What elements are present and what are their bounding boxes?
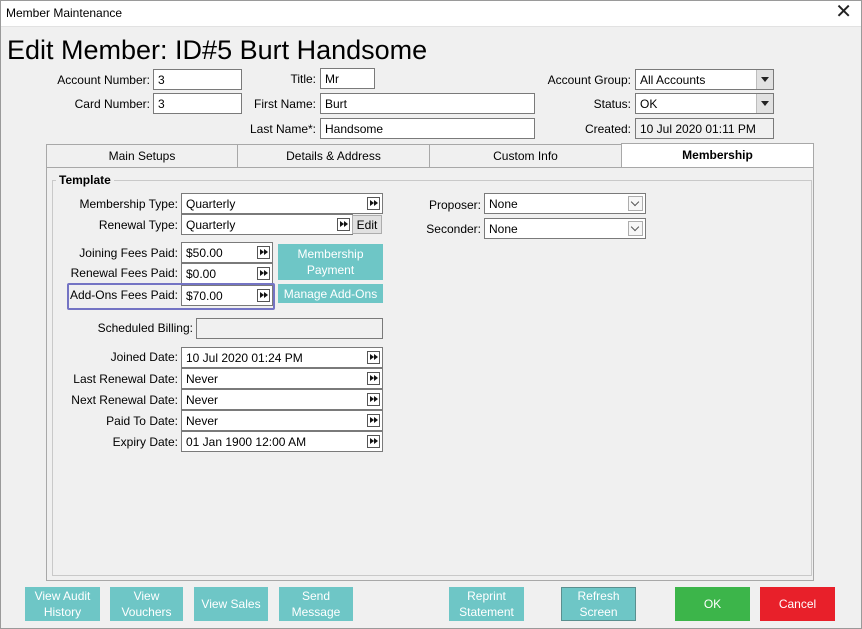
view-audit-history-button[interactable]: View Audit History bbox=[25, 587, 100, 621]
membership-type-field[interactable]: Quarterly bbox=[181, 193, 383, 214]
title-label: Title: bbox=[290, 72, 316, 86]
chevron-down-icon bbox=[628, 196, 643, 211]
status-label: Status: bbox=[593, 97, 631, 111]
scheduled-billing-field bbox=[196, 318, 383, 339]
dropdown-arrow-icon bbox=[756, 94, 773, 113]
seconder-value: None bbox=[489, 222, 518, 236]
joining-fees-label: Joining Fees Paid: bbox=[79, 246, 178, 260]
fast-forward-icon[interactable] bbox=[367, 393, 380, 406]
close-icon[interactable]: ✕ bbox=[835, 2, 852, 22]
seconder-select[interactable]: None bbox=[484, 218, 646, 239]
last-renewal-date-label: Last Renewal Date: bbox=[73, 372, 178, 386]
page-title: Edit Member: ID#5 Burt Handsome bbox=[7, 35, 428, 65]
status-select[interactable]: OK bbox=[635, 93, 774, 114]
seconder-label: Seconder: bbox=[426, 222, 481, 236]
account-number-label: Account Number: bbox=[57, 73, 150, 87]
view-sales-button[interactable]: View Sales bbox=[194, 587, 268, 621]
window-titlebar: Member Maintenance ✕ bbox=[0, 0, 862, 27]
card-number-label: Card Number: bbox=[74, 97, 150, 111]
fast-forward-icon[interactable] bbox=[367, 351, 380, 364]
membership-payment-button[interactable]: Membership Payment bbox=[278, 244, 383, 280]
joined-date-label: Joined Date: bbox=[110, 350, 178, 364]
last-renewal-date-field[interactable]: Never bbox=[181, 368, 383, 389]
refresh-screen-button[interactable]: Refresh Screen bbox=[561, 587, 636, 621]
next-renewal-date-label: Next Renewal Date: bbox=[71, 393, 178, 407]
renewal-type-value: Quarterly bbox=[186, 218, 236, 232]
fast-forward-icon[interactable] bbox=[257, 267, 270, 280]
fast-forward-icon[interactable] bbox=[367, 197, 380, 210]
paid-to-date-value: Never bbox=[186, 414, 219, 428]
proposer-label: Proposer: bbox=[428, 198, 481, 212]
reprint-statement-button[interactable]: Reprint Statement bbox=[449, 587, 524, 621]
tab-custom-info[interactable]: Custom Info bbox=[429, 144, 622, 168]
first-name-label: First Name: bbox=[253, 97, 316, 111]
renewal-type-label: Renewal Type: bbox=[98, 218, 178, 232]
proposer-select[interactable]: None bbox=[484, 193, 646, 214]
tab-membership[interactable]: Membership bbox=[621, 143, 814, 168]
last-renewal-date-value: Never bbox=[186, 372, 219, 386]
last-name-input[interactable]: Handsome bbox=[320, 118, 535, 139]
view-vouchers-button[interactable]: View Vouchers bbox=[110, 587, 183, 621]
title-input[interactable]: Mr bbox=[320, 68, 375, 89]
status-value: OK bbox=[640, 97, 658, 111]
dropdown-arrow-icon bbox=[756, 70, 773, 89]
fast-forward-icon[interactable] bbox=[257, 246, 270, 259]
last-name-label: Last Name*: bbox=[249, 122, 316, 136]
fast-forward-icon[interactable] bbox=[367, 414, 380, 427]
account-number-input[interactable]: 3 bbox=[153, 69, 242, 90]
account-group-value: All Accounts bbox=[640, 73, 706, 87]
joined-date-value: 10 Jul 2020 01:24 PM bbox=[186, 351, 303, 365]
renewal-fees-label: Renewal Fees Paid: bbox=[70, 266, 178, 280]
account-group-select[interactable]: All Accounts bbox=[635, 69, 774, 90]
next-renewal-date-value: Never bbox=[186, 393, 219, 407]
account-group-label: Account Group: bbox=[547, 73, 631, 87]
fast-forward-icon[interactable] bbox=[337, 218, 350, 231]
fast-forward-icon[interactable] bbox=[367, 372, 380, 385]
expiry-date-value: 01 Jan 1900 12:00 AM bbox=[186, 435, 307, 449]
addons-highlight-box bbox=[67, 283, 275, 310]
window-title: Member Maintenance bbox=[6, 6, 123, 20]
tab-details-address[interactable]: Details & Address bbox=[237, 144, 430, 168]
cancel-button[interactable]: Cancel bbox=[760, 587, 835, 621]
joining-fees-field[interactable]: $50.00 bbox=[181, 242, 273, 263]
scheduled-billing-label: Scheduled Billing: bbox=[97, 321, 193, 335]
send-message-button[interactable]: Send Message bbox=[279, 587, 353, 621]
paid-to-date-field[interactable]: Never bbox=[181, 410, 383, 431]
joining-fees-value: $50.00 bbox=[186, 246, 223, 260]
renewal-type-field[interactable]: Quarterly bbox=[181, 214, 353, 235]
proposer-value: None bbox=[489, 197, 518, 211]
joined-date-field[interactable]: 10 Jul 2020 01:24 PM bbox=[181, 347, 383, 368]
renewal-fees-value: $0.00 bbox=[186, 267, 217, 281]
template-group-label: Template bbox=[56, 173, 114, 187]
expiry-date-field[interactable]: 01 Jan 1900 12:00 AM bbox=[181, 431, 383, 452]
membership-type-label: Membership Type: bbox=[79, 197, 179, 211]
paid-to-date-label: Paid To Date: bbox=[106, 414, 178, 428]
created-label: Created: bbox=[584, 122, 631, 136]
fast-forward-icon[interactable] bbox=[367, 435, 380, 448]
ok-button[interactable]: OK bbox=[675, 587, 750, 621]
created-value: 10 Jul 2020 01:11 PM bbox=[635, 118, 774, 139]
expiry-date-label: Expiry Date: bbox=[112, 435, 178, 449]
next-renewal-date-field[interactable]: Never bbox=[181, 389, 383, 410]
tab-main-setups[interactable]: Main Setups bbox=[46, 144, 238, 168]
first-name-input[interactable]: Burt bbox=[320, 93, 535, 114]
membership-type-value: Quarterly bbox=[186, 197, 236, 211]
renewal-fees-field[interactable]: $0.00 bbox=[181, 263, 273, 284]
edit-renewal-type-button[interactable]: Edit bbox=[352, 215, 382, 234]
manage-addons-button[interactable]: Manage Add-Ons bbox=[278, 284, 383, 303]
chevron-down-icon bbox=[628, 221, 643, 236]
